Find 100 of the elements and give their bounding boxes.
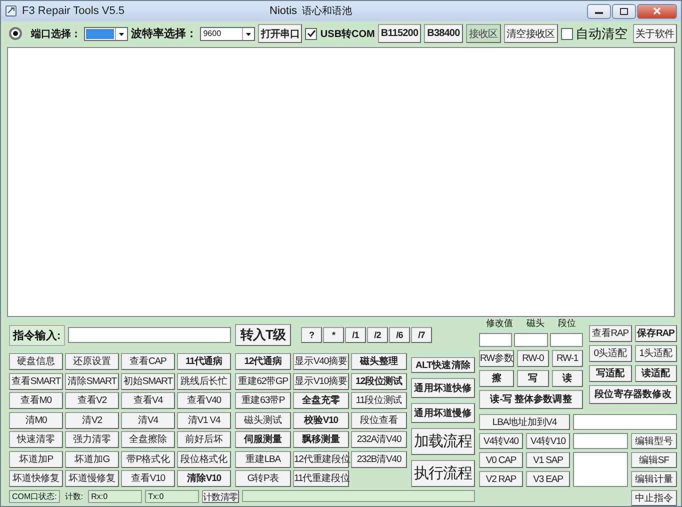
convert-button[interactable]: V4转V40 xyxy=(479,433,523,449)
command-button[interactable]: 查看V4 xyxy=(121,392,175,409)
command-button[interactable]: 校验V10 xyxy=(293,412,349,428)
flow-button[interactable]: 通用坏道慢修 xyxy=(411,403,475,423)
window-title: F3 Repair Tools V5.5 xyxy=(22,5,125,17)
command-button[interactable]: 还原设置 xyxy=(65,353,119,370)
command-button[interactable]: 查看V10 xyxy=(121,470,175,487)
command-button[interactable]: 清V1 V4 xyxy=(177,412,231,428)
command-label: 指令输入: xyxy=(9,324,65,346)
command-button[interactable]: 坏道慢修复 xyxy=(65,470,119,487)
rw-button[interactable]: RW参数 xyxy=(479,350,514,367)
module-button[interactable]: V2 RAP xyxy=(479,471,523,487)
command-button[interactable]: 重建LBA xyxy=(235,450,291,468)
command-button[interactable]: 带P格式化 xyxy=(121,450,175,468)
baud-dropdown[interactable]: 9600 xyxy=(200,26,256,40)
command-button[interactable]: 12代通病 xyxy=(235,353,291,370)
command-button[interactable]: G转P表 xyxy=(235,470,291,487)
adapt-button[interactable]: 写适配 xyxy=(589,365,632,382)
command-button[interactable]: 重建63带P xyxy=(235,392,291,409)
command-button[interactable]: 磁头测试 xyxy=(235,412,291,428)
command-button[interactable]: 磁头整理 xyxy=(351,353,407,370)
tx-count: Tx:0 xyxy=(145,490,200,502)
flow-button[interactable]: 执行流程 xyxy=(411,460,475,487)
symbol-button[interactable]: * xyxy=(323,327,344,343)
flow-button[interactable]: 通用坏道快修 xyxy=(411,378,475,398)
flow-button[interactable]: 加载流程 xyxy=(411,428,475,455)
adapt-button[interactable]: 保存RAP xyxy=(634,325,677,342)
command-button[interactable]: 段位格式化 xyxy=(177,450,231,468)
adapt-button[interactable]: 查看RAP xyxy=(589,325,632,342)
command-button[interactable]: 清除V10 xyxy=(177,470,231,487)
symbol-button[interactable]: ? xyxy=(301,327,322,343)
command-button[interactable]: 跳线后长忙 xyxy=(177,372,231,390)
adapt-button[interactable]: 1头适配 xyxy=(634,345,677,362)
command-button[interactable]: 查看V2 xyxy=(65,392,119,409)
flow-button[interactable]: ALT快速清除 xyxy=(411,357,475,373)
command-button[interactable]: 坏道加G xyxy=(65,450,119,468)
command-button[interactable]: 清V2 xyxy=(65,412,119,428)
usb-com-label: USB转COM xyxy=(320,28,375,40)
command-button[interactable]: 清M0 xyxy=(9,412,63,428)
command-button[interactable]: 坏道加P xyxy=(9,450,63,468)
rw-button[interactable]: 读 xyxy=(552,370,583,387)
convert-button[interactable]: V4转V10 xyxy=(526,433,570,449)
register-button[interactable]: 段位寄存器数修改 xyxy=(589,385,677,404)
command-button[interactable]: 11段位测试 xyxy=(351,392,407,409)
toolbar-button[interactable]: B38400 xyxy=(424,24,463,43)
command-button[interactable]: 飘移测量 xyxy=(293,431,349,448)
command-button[interactable]: 清V4 xyxy=(121,412,175,428)
symbol-button[interactable]: /2 xyxy=(367,327,388,343)
open-port-button[interactable]: 打开串口 xyxy=(258,24,302,43)
symbol-button[interactable]: /7 xyxy=(411,327,432,343)
adapt-button[interactable]: 读适配 xyxy=(634,365,677,382)
command-button[interactable]: 全盘擦除 xyxy=(121,431,175,448)
command-button[interactable]: 强力清零 xyxy=(65,431,119,448)
about-button[interactable]: 关于软件 xyxy=(632,24,677,43)
param-label: 段位 xyxy=(558,317,576,330)
author-text: Niotis xyxy=(270,5,298,17)
rw-button[interactable]: RW-1 xyxy=(552,350,583,367)
edit-button[interactable]: 编辑计量 xyxy=(631,471,677,487)
rw-button[interactable]: RW-0 xyxy=(517,350,549,367)
rw-button[interactable]: 写 xyxy=(517,370,549,387)
adjust-button[interactable]: 读-写 整体参数调整 xyxy=(479,390,583,409)
edit-button[interactable]: 编辑SF xyxy=(631,452,677,468)
command-button[interactable]: 前好后坏 xyxy=(177,431,231,448)
reset-count-button[interactable]: 计数清零 xyxy=(202,490,239,502)
command-button[interactable]: 硬盘信息 xyxy=(9,353,63,370)
command-button[interactable]: 快速清零 xyxy=(9,431,63,448)
command-button[interactable]: 232B清V40 xyxy=(351,450,407,468)
lba-button[interactable]: LBA地址加到V4 xyxy=(479,414,570,430)
command-button[interactable]: 段位查看 xyxy=(351,412,407,428)
module-button[interactable]: V0 CAP xyxy=(479,452,523,468)
motto-text: 语心和语池 xyxy=(302,4,352,18)
command-button[interactable]: 初始SMART xyxy=(121,372,175,390)
command-button[interactable]: 查看SMART xyxy=(9,372,63,390)
symbol-button[interactable]: /6 xyxy=(389,327,410,343)
edit-model-button[interactable]: 编辑型号 xyxy=(631,433,677,449)
command-button[interactable]: 显示V40摘要 xyxy=(293,353,349,370)
command-button[interactable]: 清除SMART xyxy=(65,372,119,390)
to-t-level-button[interactable]: 转入T级 xyxy=(235,324,291,346)
command-button[interactable]: 伺服测量 xyxy=(235,431,291,448)
adapt-button[interactable]: 0头适配 xyxy=(589,345,632,362)
module-button[interactable]: V1 SAP xyxy=(526,452,570,468)
command-button[interactable]: 全盘充零 xyxy=(293,392,349,409)
abort-button[interactable]: 中止指令 xyxy=(631,490,677,506)
toolbar-button[interactable]: 接收区 xyxy=(466,24,501,43)
command-button[interactable]: 坏道快修复 xyxy=(9,470,63,487)
command-button[interactable]: 重建62带GP xyxy=(235,372,291,390)
rw-button[interactable]: 擦 xyxy=(479,370,514,387)
command-button[interactable]: 查看M0 xyxy=(9,392,63,409)
command-button[interactable]: 11代通病 xyxy=(177,353,231,370)
command-button[interactable]: 查看CAP xyxy=(121,353,175,370)
command-button[interactable]: 显示V10摘要 xyxy=(293,372,349,390)
toolbar-button[interactable]: 清空接收区 xyxy=(504,24,558,43)
module-button[interactable]: V3 EAP xyxy=(526,471,570,487)
symbol-button[interactable]: /1 xyxy=(345,327,366,343)
command-button[interactable]: 查看V40 xyxy=(177,392,231,409)
com-status-label: COM口状态: xyxy=(9,490,60,502)
param-label: 磁头 xyxy=(526,317,544,330)
command-button[interactable]: 12段位测试 xyxy=(351,372,407,390)
command-button[interactable]: 232A清V40 xyxy=(351,431,407,448)
toolbar-button[interactable]: B115200 xyxy=(378,24,422,43)
